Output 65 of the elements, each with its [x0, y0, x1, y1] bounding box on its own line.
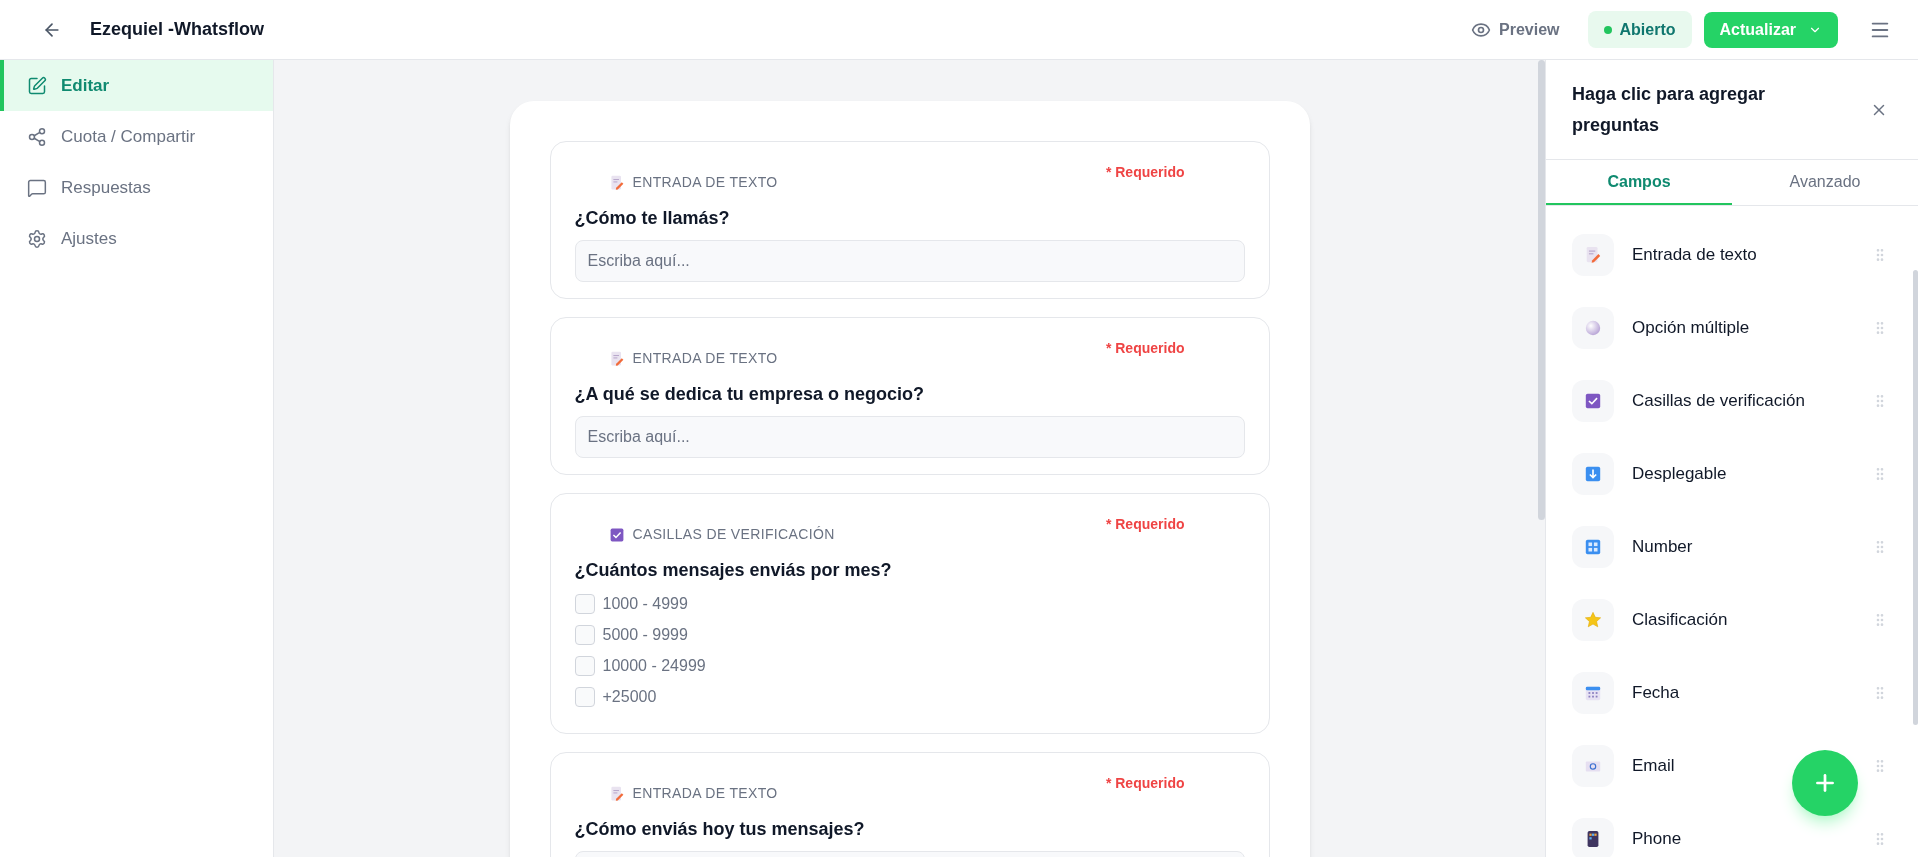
field-type-label: Phone — [1632, 827, 1682, 850]
sidebar-item[interactable]: Respuestas — [0, 162, 273, 213]
document-pencil-icon — [608, 174, 625, 191]
field-type-item[interactable]: Clasificación — [1546, 583, 1910, 656]
required-label: * Requerido — [1105, 515, 1185, 534]
checkbox[interactable] — [574, 594, 595, 614]
scrollbar[interactable] — [1538, 60, 1545, 520]
question-type-label: ENTRADA DE TEXTO — [632, 784, 778, 803]
edit-icon — [27, 75, 47, 96]
required-label: * Requerido — [1105, 339, 1185, 358]
document-pencil-icon — [1584, 245, 1602, 264]
text-input-field[interactable]: Escriba aquí... — [574, 240, 1245, 282]
field-type-item[interactable]: Opción múltiple — [1546, 291, 1910, 364]
document-pencil-icon — [608, 350, 625, 367]
field-type-label: Email — [1632, 754, 1675, 777]
checkbox-icon — [608, 526, 625, 543]
field-type-item[interactable]: Number — [1546, 510, 1910, 583]
question-title: ¿Cómo te llamás? — [574, 207, 731, 230]
field-type-item[interactable]: Phone — [1546, 802, 1910, 857]
field-type-label: Number — [1632, 535, 1693, 558]
settings-icon — [27, 228, 47, 249]
field-type-label: Entrada de texto — [1632, 243, 1757, 266]
field-type-item[interactable]: Casillas de verificación — [1546, 364, 1910, 437]
sidebar-item[interactable]: Ajustes — [0, 213, 273, 264]
field-type-label: Casillas de verificación — [1632, 389, 1805, 412]
question-type-label: ENTRADA DE TEXTO — [632, 349, 778, 368]
question-type-label: ENTRADA DE TEXTO — [632, 173, 778, 192]
option-label: 10000 - 24999 — [602, 656, 706, 676]
field-type-label: Clasificación — [1632, 608, 1728, 631]
question-type-label: CASILLAS DE VERIFICACIÓN — [632, 525, 835, 544]
sphere-icon — [1584, 318, 1602, 337]
panel-title: Haga clic para agregar preguntas — [1572, 82, 1767, 137]
question-title: ¿Cómo enviás hoy tus mensajes? — [574, 818, 866, 841]
status-badge: Abierto — [1587, 11, 1692, 48]
sidebar-item[interactable]: Cuota / Compartir — [0, 111, 273, 162]
preview-button[interactable]: Preview — [1463, 17, 1568, 42]
checkbox[interactable] — [574, 656, 595, 676]
field-type-label: Desplegable — [1632, 462, 1727, 485]
option-label: 1000 - 4999 — [602, 594, 688, 614]
scrollbar[interactable] — [1913, 270, 1918, 725]
add-button[interactable] — [1792, 750, 1858, 816]
document-pencil-icon — [608, 785, 625, 802]
panel-tab[interactable]: Campos — [1546, 160, 1732, 205]
number-grid-icon — [1584, 537, 1602, 556]
question-title: ¿A qué se dedica tu empresa o negocio? — [574, 383, 925, 406]
checkbox[interactable] — [574, 687, 595, 707]
sidebar-item[interactable]: Editar — [0, 60, 273, 111]
option-label: 5000 - 9999 — [602, 625, 688, 645]
required-label: * Requerido — [1105, 774, 1185, 793]
star-icon — [1584, 610, 1602, 629]
checkbox-icon — [1584, 391, 1602, 410]
field-type-item[interactable]: Entrada de texto — [1546, 218, 1910, 291]
required-label: * Requerido — [1105, 163, 1185, 182]
checkbox[interactable] — [574, 625, 595, 645]
panel-tab[interactable]: Avanzado — [1732, 160, 1918, 205]
field-type-item[interactable]: Desplegable — [1546, 437, 1910, 510]
field-type-label: Fecha — [1632, 681, 1680, 704]
field-type-label: Opción múltiple — [1632, 316, 1750, 339]
option-label: +25000 — [602, 687, 657, 707]
form-title: Ezequiel -Whatsflow — [90, 18, 264, 41]
chat-bubble-icon — [27, 177, 47, 198]
text-input-field[interactable]: Escriba aquí... — [574, 416, 1245, 458]
field-type-item[interactable]: Fecha — [1546, 656, 1910, 729]
question-title: ¿Cuántos mensajes enviás por mes? — [574, 559, 893, 582]
share-icon — [27, 126, 47, 147]
